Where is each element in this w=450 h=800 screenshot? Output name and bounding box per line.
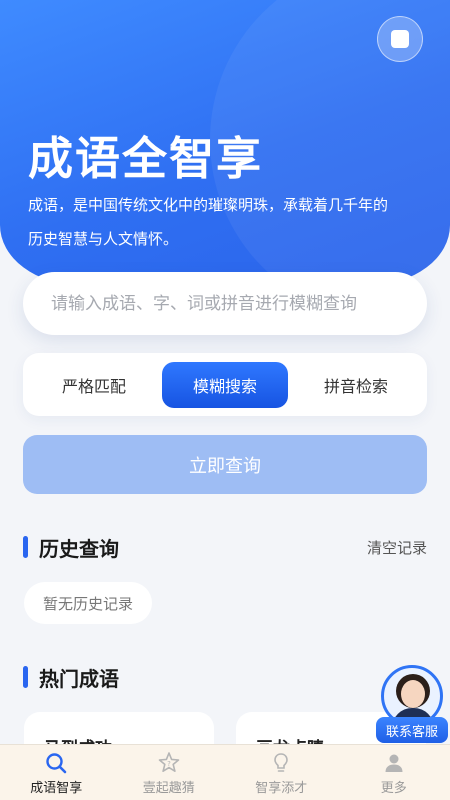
query-button[interactable]: 立即查询 — [23, 435, 427, 494]
history-empty-chip: 暂无历史记录 — [24, 582, 153, 624]
customer-service-button[interactable]: 联系客服 — [376, 665, 448, 745]
tab-label: 壹起趣猜 — [142, 781, 195, 796]
search-input[interactable] — [51, 293, 427, 314]
section-accent-bar — [23, 666, 28, 688]
service-label: 联系客服 — [376, 717, 448, 743]
svg-text:?: ? — [167, 760, 171, 768]
stop-icon — [391, 30, 409, 48]
person-icon — [381, 751, 407, 775]
history-section-header: 历史查询 清空记录 — [23, 532, 427, 562]
section-accent-bar — [23, 536, 28, 558]
hot-section-header: 热门成语 — [23, 662, 427, 692]
clear-history-button[interactable]: 清空记录 — [367, 537, 427, 558]
search-mode-selector: 严格匹配 模糊搜索 拼音检索 — [23, 353, 427, 416]
app-description: 成语，是中国传统文化中的璀璨明珠，承载着几千年的历史智慧与人文情怀。 — [28, 196, 389, 248]
bulb-icon — [268, 751, 294, 775]
tab-idiom-search[interactable]: 成语智享 — [0, 745, 113, 800]
tab-label: 成语智享 — [30, 781, 83, 796]
tab-guess-game[interactable]: ? 壹起趣猜 — [113, 745, 226, 800]
puzzle-star-icon: ? — [156, 751, 182, 775]
mode-pinyin-search[interactable]: 拼音检索 — [293, 362, 419, 408]
tab-more[interactable]: 更多 — [338, 745, 450, 800]
tab-label: 智享添才 — [255, 781, 308, 796]
tab-label: 更多 — [380, 781, 407, 796]
mode-fuzzy-search[interactable]: 模糊搜索 — [162, 362, 288, 408]
hot-title: 热门成语 — [39, 666, 119, 691]
history-title: 历史查询 — [39, 536, 119, 561]
stop-button[interactable] — [377, 16, 423, 62]
search-box[interactable] — [23, 272, 427, 335]
search-icon — [43, 751, 69, 775]
app-title: 成语全智享 — [28, 132, 264, 185]
tab-talent[interactable]: 智享添才 — [225, 745, 338, 800]
bottom-tab-bar: 成语智享 ? 壹起趣猜 智享添才 更多 — [0, 744, 450, 800]
mode-strict-match[interactable]: 严格匹配 — [31, 362, 157, 408]
